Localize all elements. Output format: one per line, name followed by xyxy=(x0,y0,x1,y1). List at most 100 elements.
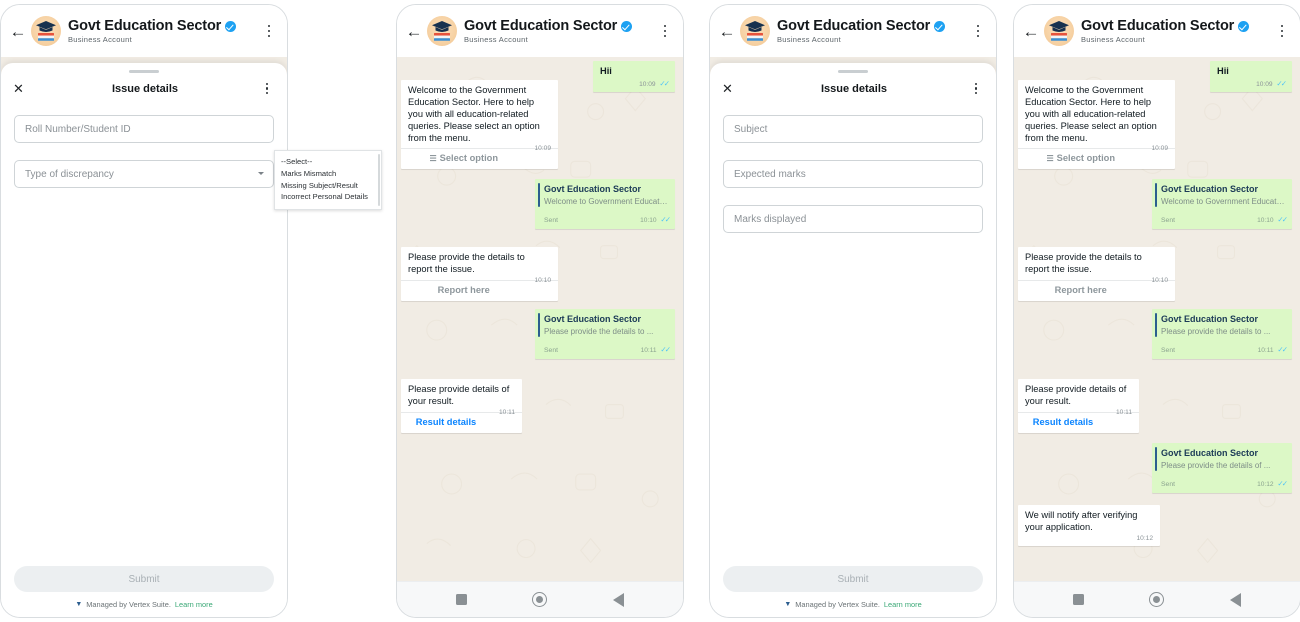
card-sent-label: Sent xyxy=(1161,217,1175,225)
kebab-menu-icon[interactable] xyxy=(970,24,986,38)
recents-square-icon[interactable] xyxy=(1072,594,1084,605)
account-subtitle: Business Account xyxy=(68,35,133,44)
message-text: Please provide the details to report the… xyxy=(1025,252,1142,274)
card-subtitle: Please provide the details to ... xyxy=(544,327,654,337)
dropdown-option-select[interactable]: --Select-- xyxy=(281,156,375,168)
message-bubble-in[interactable]: We will notify after verifying your appl… xyxy=(1018,505,1160,547)
header-text-block: Govt Education Sector Business Account xyxy=(1081,18,1274,44)
avatar[interactable] xyxy=(427,16,457,46)
close-x-icon[interactable]: ✕ xyxy=(722,82,740,95)
message-card-out[interactable]: Govt Education Sector Welcome to Governm… xyxy=(535,179,675,229)
dropdown-option-marks-mismatch[interactable]: Marks Mismatch xyxy=(281,168,375,180)
verified-badge-icon xyxy=(1238,20,1250,32)
verified-badge-icon xyxy=(225,20,237,32)
dropdown-scrollbar[interactable] xyxy=(378,154,380,207)
card-sent-label: Sent xyxy=(1161,347,1175,355)
back-arrow-icon[interactable]: ← xyxy=(7,20,29,42)
message-bubble-in[interactable]: Welcome to the Government Education Sect… xyxy=(1018,80,1175,170)
avatar[interactable] xyxy=(1044,16,1074,46)
learn-more-link[interactable]: Learn more xyxy=(175,600,213,609)
message-bubble-in[interactable]: Welcome to the Government Education Sect… xyxy=(401,80,558,170)
roll-number-placeholder: Roll Number/Student ID xyxy=(25,123,131,135)
card-sent-label: Sent xyxy=(544,217,558,225)
recents-square-icon[interactable] xyxy=(455,594,467,605)
dropdown-option-missing-subject[interactable]: Missing Subject/Result xyxy=(281,180,375,192)
chat-body[interactable]: Hii 10:09 ✓✓ Welcome to the Government E… xyxy=(397,57,683,581)
card-sent-label: Sent xyxy=(1161,481,1175,489)
roll-number-input[interactable]: Roll Number/Student ID xyxy=(14,115,274,143)
message-bubble-in[interactable]: Please provide the details to report the… xyxy=(401,247,558,301)
message-card-out[interactable]: Govt Education Sector Welcome to Governm… xyxy=(1152,179,1292,229)
subject-input[interactable]: Subject xyxy=(723,115,983,143)
message-time: 10:09 xyxy=(1256,80,1273,88)
list-icon: ☰ xyxy=(429,154,437,164)
chat-header: ← Govt Education Sector Business Account xyxy=(1,5,287,57)
page-title: Govt Education Sector xyxy=(1081,18,1235,34)
account-subtitle: Business Account xyxy=(464,35,529,44)
message-card-out[interactable]: Govt Education Sector Please provide the… xyxy=(535,309,675,359)
header-text-block: Govt Education Sector Business Account xyxy=(777,18,970,44)
graduation-cap-icon xyxy=(432,21,452,41)
back-triangle-icon[interactable] xyxy=(1230,592,1242,607)
page-title: Govt Education Sector xyxy=(777,18,931,34)
message-card-out[interactable]: Govt Education Sector Please provide the… xyxy=(1152,443,1292,493)
discrepancy-dropdown[interactable]: --Select-- Marks Mismatch Missing Subjec… xyxy=(274,150,382,211)
message-bubble-in[interactable]: Please provide the details to report the… xyxy=(1018,247,1175,301)
home-circle-icon[interactable] xyxy=(532,592,548,607)
card-body: Govt Education Sector Welcome to Governm… xyxy=(1152,179,1292,211)
avatar[interactable] xyxy=(31,16,61,46)
message-bubble-in[interactable]: Please provide details of your result. 1… xyxy=(401,379,522,433)
back-arrow-icon[interactable]: ← xyxy=(403,20,425,42)
kebab-menu-icon[interactable] xyxy=(968,82,984,95)
kebab-menu-icon[interactable] xyxy=(657,24,673,38)
read-ticks-icon: ✓✓ xyxy=(660,215,670,225)
back-arrow-icon[interactable]: ← xyxy=(716,20,738,42)
home-circle-icon[interactable] xyxy=(1149,592,1165,607)
back-triangle-icon[interactable] xyxy=(613,592,625,607)
phone-panel-3: ← Govt Education Sector Business Account xyxy=(709,4,997,618)
message-bubble-out[interactable]: Hii 10:09 ✓✓ xyxy=(593,61,675,93)
page-title: Govt Education Sector xyxy=(68,18,222,34)
kebab-menu-icon[interactable] xyxy=(259,82,275,95)
sheet-footer: Submit ▼ Managed by Vertex Suite. Learn … xyxy=(1,566,287,617)
chat-body[interactable]: Hii 10:09 ✓✓ Welcome to the Government E… xyxy=(1014,57,1300,581)
read-ticks-icon: ✓✓ xyxy=(660,345,670,355)
card-sent-label: Sent xyxy=(544,347,558,355)
submit-button[interactable]: Submit xyxy=(723,566,983,592)
message-bubble-in[interactable]: Please provide details of your result. 1… xyxy=(1018,379,1139,433)
message-card-out[interactable]: Govt Education Sector Please provide the… xyxy=(1152,309,1292,359)
learn-more-link[interactable]: Learn more xyxy=(884,600,922,609)
card-title: Govt Education Sector xyxy=(1161,184,1259,194)
back-arrow-icon[interactable]: ← xyxy=(1020,20,1042,42)
account-subtitle: Business Account xyxy=(1081,35,1146,44)
sheet-footer: Submit ▼ Managed by Vertex Suite. Learn … xyxy=(710,566,996,617)
type-of-discrepancy-select[interactable]: Type of discrepancy xyxy=(14,160,274,188)
card-body: Govt Education Sector Please provide the… xyxy=(1152,309,1292,341)
submit-button[interactable]: Submit xyxy=(14,566,274,592)
screenshot-stage: ← Govt Education Sector Business Account xyxy=(0,0,1300,622)
message-bubble-out[interactable]: Hii 10:09 ✓✓ xyxy=(1210,61,1292,93)
read-ticks-icon: ✓✓ xyxy=(1277,215,1287,225)
verified-badge-icon xyxy=(621,20,633,32)
account-subtitle: Business Account xyxy=(777,35,842,44)
message-time: 10:09 xyxy=(639,80,656,88)
form-fields: Roll Number/Student ID Type of discrepan… xyxy=(1,101,287,566)
kebab-menu-icon[interactable] xyxy=(1274,24,1290,38)
graduation-cap-icon xyxy=(36,21,56,41)
sheet-header: ✕ Issue details xyxy=(1,73,287,101)
expected-marks-input[interactable]: Expected marks xyxy=(723,160,983,188)
message-text: Please provide details of your result. xyxy=(408,384,510,406)
card-footer: Sent 10:10 ✓✓ xyxy=(1152,211,1292,228)
message-time: 10:10 xyxy=(534,276,551,284)
close-x-icon[interactable]: ✕ xyxy=(13,82,31,95)
card-footer: Sent 10:12 ✓✓ xyxy=(1152,475,1292,492)
card-title: Govt Education Sector xyxy=(1161,448,1259,458)
form-fields: Subject Expected marks Marks displayed xyxy=(710,101,996,566)
kebab-menu-icon[interactable] xyxy=(261,24,277,38)
phone-panel-2: ← Govt Education Sector Business Account xyxy=(396,4,684,618)
dropdown-option-incorrect-details[interactable]: Incorrect Personal Details xyxy=(281,191,375,203)
managed-by-footer: ▼ Managed by Vertex Suite. Learn more xyxy=(14,600,274,609)
phone-panel-4: ← Govt Education Sector Business Account xyxy=(1013,4,1300,618)
avatar[interactable] xyxy=(740,16,770,46)
marks-displayed-input[interactable]: Marks displayed xyxy=(723,205,983,233)
